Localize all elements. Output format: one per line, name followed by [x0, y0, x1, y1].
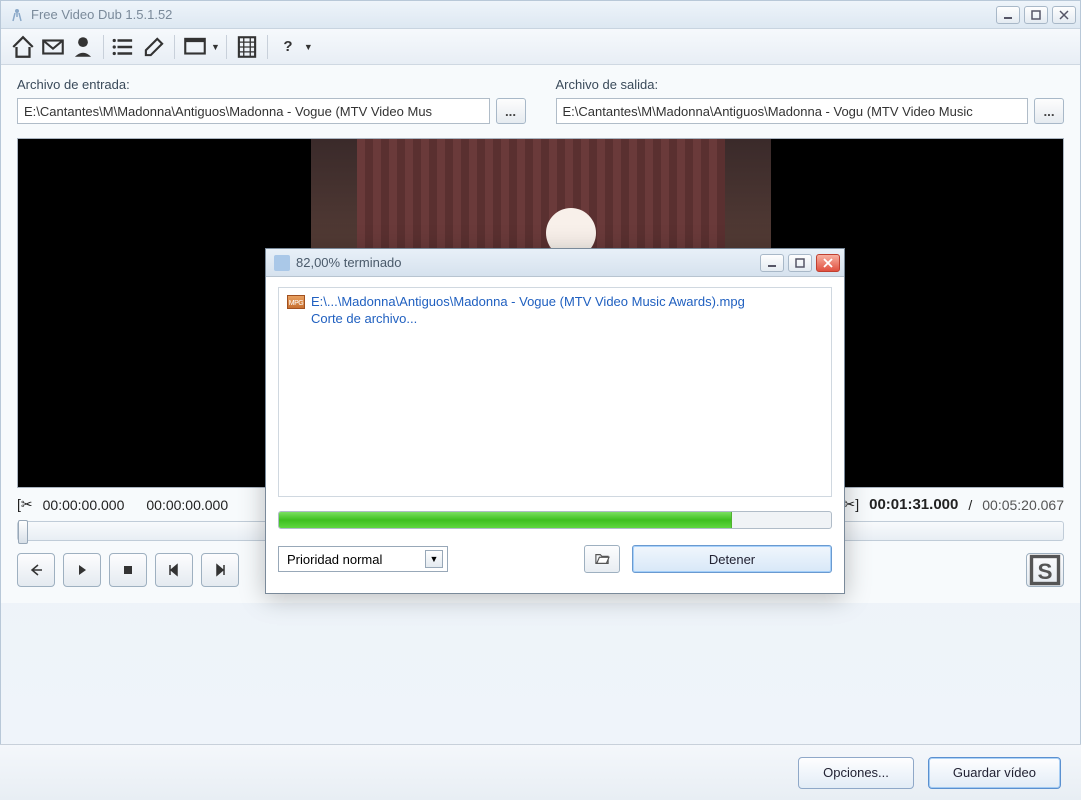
- dialog-file-path: E:\...\Madonna\Antiguos\Madonna - Vogue …: [311, 294, 745, 309]
- close-button[interactable]: [1052, 6, 1076, 24]
- user-icon[interactable]: [69, 33, 97, 61]
- options-button[interactable]: Opciones...: [798, 757, 914, 789]
- help-dropdown-caret[interactable]: ▼: [304, 42, 313, 52]
- window-title: Free Video Dub 1.5.1.52: [31, 7, 996, 22]
- dialog-maximize-button[interactable]: [788, 254, 812, 272]
- edit-icon[interactable]: [140, 33, 168, 61]
- back-button[interactable]: [17, 553, 55, 587]
- dialog-app-icon: [274, 255, 290, 271]
- seek-thumb[interactable]: [18, 520, 28, 544]
- stop-button[interactable]: [109, 553, 147, 587]
- dialog-close-button[interactable]: [816, 254, 840, 272]
- play-button[interactable]: [63, 553, 101, 587]
- save-video-button[interactable]: Guardar vídeo: [928, 757, 1061, 789]
- next-frame-button[interactable]: [201, 553, 239, 587]
- maximize-button[interactable]: [1024, 6, 1048, 24]
- priority-select[interactable]: Prioridad normal ▼: [278, 546, 448, 572]
- list-icon[interactable]: [110, 33, 138, 61]
- time-current: 00:01:31.000: [869, 496, 958, 513]
- progress-fill: [279, 512, 732, 528]
- screen-icon[interactable]: [181, 33, 209, 61]
- chevron-down-icon: ▼: [425, 550, 443, 568]
- input-browse-button[interactable]: ...: [496, 98, 526, 124]
- progress-dialog: 82,00% terminado MPG E:\...\Madonna\Anti…: [265, 248, 845, 594]
- mail-icon[interactable]: [39, 33, 67, 61]
- scissors-right-icon: ✂]: [843, 496, 859, 513]
- scissors-left-icon: [✂: [17, 496, 33, 513]
- priority-value: Prioridad normal: [287, 552, 382, 567]
- snapshot-button[interactable]: S: [1026, 553, 1064, 587]
- open-folder-button[interactable]: [584, 545, 620, 573]
- input-file-field[interactable]: [17, 98, 490, 124]
- dialog-file-list: MPG E:\...\Madonna\Antiguos\Madonna - Vo…: [278, 287, 832, 497]
- time-pos: 00:00:00.000: [146, 497, 228, 513]
- app-icon: [9, 7, 25, 23]
- time-start: 00:00:00.000: [43, 497, 125, 513]
- output-file-field[interactable]: [556, 98, 1029, 124]
- help-icon[interactable]: ?: [274, 33, 302, 61]
- time-sep: /: [968, 497, 972, 513]
- mpg-file-icon: MPG: [287, 295, 305, 309]
- dialog-title: 82,00% terminado: [296, 255, 760, 270]
- svg-text:S: S: [1037, 559, 1052, 584]
- progress-bar: [278, 511, 832, 529]
- prev-frame-button[interactable]: [155, 553, 193, 587]
- stop-conversion-button[interactable]: Detener: [632, 545, 832, 573]
- home-icon[interactable]: [9, 33, 37, 61]
- main-toolbar: ▼ ? ▼: [1, 29, 1080, 65]
- output-browse-button[interactable]: ...: [1034, 98, 1064, 124]
- output-file-label: Archivo de salida:: [556, 77, 1065, 92]
- time-total: 00:05:20.067: [982, 497, 1064, 513]
- film-icon[interactable]: [233, 33, 261, 61]
- screen-dropdown-caret[interactable]: ▼: [211, 42, 220, 52]
- main-titlebar: Free Video Dub 1.5.1.52: [1, 1, 1080, 29]
- dialog-file-status: Corte de archivo...: [311, 311, 823, 326]
- dialog-minimize-button[interactable]: [760, 254, 784, 272]
- minimize-button[interactable]: [996, 6, 1020, 24]
- input-file-label: Archivo de entrada:: [17, 77, 526, 92]
